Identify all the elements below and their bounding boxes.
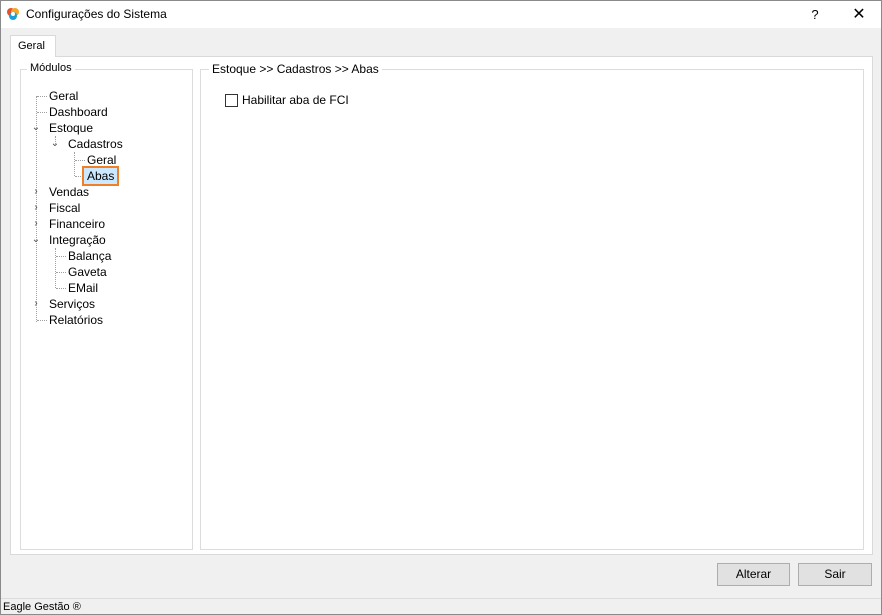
close-button[interactable]: ✕ <box>841 1 877 28</box>
chevron-right-icon[interactable]: › <box>31 203 41 213</box>
alterar-button[interactable]: Alterar <box>717 563 790 586</box>
modules-group-title: Módulos <box>27 62 75 74</box>
tree-item-vendas[interactable]: Vendas <box>48 184 90 200</box>
tree-item-cadastros-geral[interactable]: Geral <box>86 152 117 168</box>
tree-item-fiscal[interactable]: Fiscal <box>48 200 81 216</box>
title-bar[interactable]: Configurações do Sistema ? ✕ <box>1 1 881 28</box>
tree-item-gaveta[interactable]: Gaveta <box>67 264 108 280</box>
help-button[interactable]: ? <box>799 1 831 28</box>
window-title: Configurações do Sistema <box>26 7 167 21</box>
tree-item-financeiro[interactable]: Financeiro <box>48 216 106 232</box>
tree-item-estoque[interactable]: Estoque <box>48 120 94 136</box>
settings-group: Estoque >> Cadastros >> Abas Habilitar a… <box>200 62 864 550</box>
chevron-right-icon[interactable]: › <box>31 187 41 197</box>
app-logo-icon <box>7 8 19 20</box>
status-bar: Eagle Gestão ® <box>1 598 881 615</box>
tree-item-email[interactable]: EMail <box>67 280 99 296</box>
tree-item-geral[interactable]: Geral <box>48 88 79 104</box>
tree-item-balanca[interactable]: Balança <box>67 248 112 264</box>
chevron-down-icon[interactable]: ⌄ <box>31 235 41 245</box>
sair-button[interactable]: Sair <box>798 563 872 586</box>
tree-item-cadastros[interactable]: Cadastros <box>67 136 124 152</box>
status-text: Eagle Gestão ® <box>3 601 81 613</box>
tree-item-abas[interactable]: Abas <box>81 166 120 186</box>
tab-geral[interactable]: Geral <box>10 35 56 57</box>
tree-item-servicos[interactable]: Serviços <box>48 296 96 312</box>
chevron-right-icon[interactable]: › <box>31 219 41 229</box>
settings-group-title: Estoque >> Cadastros >> Abas <box>209 62 382 76</box>
modules-group: Módulos Geral Dashboard ⌄ Estoque ⌄ Cada… <box>20 62 193 550</box>
config-window: Configurações do Sistema ? ✕ Geral Módul… <box>0 0 882 615</box>
chevron-down-icon[interactable]: ⌄ <box>31 123 41 133</box>
tree-item-dashboard[interactable]: Dashboard <box>48 104 109 120</box>
chevron-right-icon[interactable]: › <box>31 299 41 309</box>
tab-page-geral: Módulos Geral Dashboard ⌄ Estoque ⌄ Cada… <box>10 56 873 555</box>
tree-item-integracao[interactable]: Integração <box>48 232 107 248</box>
fci-tab-checkbox-label[interactable]: Habilitar aba de FCI <box>242 93 349 107</box>
fci-tab-checkbox[interactable] <box>225 94 238 107</box>
tree-item-relatorios[interactable]: Relatórios <box>48 312 104 328</box>
chevron-down-icon[interactable]: ⌄ <box>50 139 60 149</box>
